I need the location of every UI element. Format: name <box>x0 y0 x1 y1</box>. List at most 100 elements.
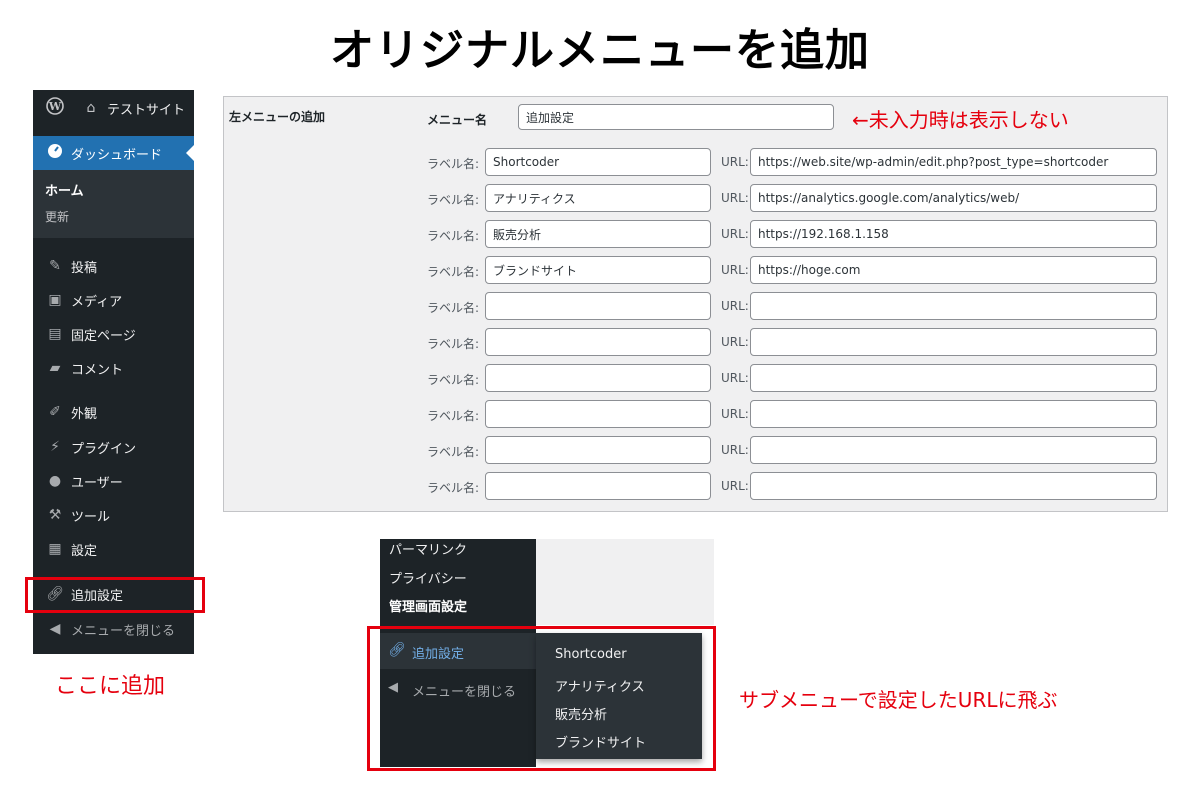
annotation-hidden-when-empty: ←未入力時は表示しない <box>852 108 1069 132</box>
sidebar-item-media[interactable]: ▣ メディア <box>33 285 194 315</box>
label-input[interactable] <box>485 436 711 464</box>
url-input[interactable] <box>750 472 1157 500</box>
sidebar-item-label: コメント <box>71 362 124 378</box>
url-caption: URL: <box>721 155 749 169</box>
sidebar-item-label: ユーザー <box>71 475 123 491</box>
url-input[interactable] <box>750 364 1157 392</box>
url-caption: URL: <box>721 479 749 493</box>
sidebar-item-label: プラグイン <box>71 441 137 457</box>
sidebar-item-users[interactable]: ● ユーザー <box>33 466 194 496</box>
label-caption: ラベル名: <box>427 337 480 351</box>
link-row: ラベル名: URL: <box>224 400 1169 428</box>
sidebar-item-dashboard[interactable]: ダッシュボード <box>33 136 194 170</box>
label-caption: ラベル名: <box>427 409 480 423</box>
brush-icon: ✐ <box>49 404 61 420</box>
media-icon: ▣ <box>48 292 62 308</box>
label-caption: ラベル名: <box>427 229 480 243</box>
label-input[interactable] <box>485 472 711 500</box>
collapse-menu-label: メニューを閉じる <box>71 623 176 639</box>
link-row: ラベル名: URL: <box>224 256 1169 284</box>
highlight-box-added-menu <box>25 577 205 613</box>
sidebar-item-label: 外観 <box>71 406 98 422</box>
submenu-item-update[interactable]: 更新 <box>45 208 69 225</box>
site-name: テストサイト <box>107 102 186 118</box>
sidebar-item-plugins[interactable]: ⚡ プラグイン <box>33 432 194 462</box>
link-row: ラベル名: URL: <box>224 148 1169 176</box>
link-row: ラベル名: URL: <box>224 328 1169 356</box>
preview-item-permalink[interactable]: パーマリンク <box>389 539 467 558</box>
user-icon: ● <box>48 473 62 489</box>
link-row: ラベル名: URL: <box>224 472 1169 500</box>
label-caption: ラベル名: <box>427 445 480 459</box>
url-input[interactable] <box>750 400 1157 428</box>
label-input[interactable] <box>485 400 711 428</box>
url-caption: URL: <box>721 443 749 457</box>
link-row: ラベル名: URL: <box>224 364 1169 392</box>
url-caption: URL: <box>721 335 749 349</box>
sidebar-item-comments[interactable]: ▰ コメント <box>33 353 194 383</box>
url-input[interactable] <box>750 256 1157 284</box>
url-input[interactable] <box>750 220 1157 248</box>
url-input[interactable] <box>750 184 1157 212</box>
sidebar-item-label: 投稿 <box>71 260 98 276</box>
sidebar-item-appearance[interactable]: ✐ 外観 <box>33 397 194 427</box>
settings-icon: ▦ <box>48 541 62 557</box>
link-row: ラベル名: URL: <box>224 436 1169 464</box>
label-input[interactable] <box>485 364 711 392</box>
sidebar-item-posts[interactable]: ✎ 投稿 <box>33 251 194 281</box>
home-icon: ⌂ <box>86 100 96 116</box>
url-caption: URL: <box>721 191 749 205</box>
sidebar-item-settings[interactable]: ▦ 設定 <box>33 534 194 564</box>
wrench-icon: ⚒ <box>48 507 62 523</box>
sidebar-item-label: ダッシュボード <box>71 147 163 163</box>
url-input[interactable] <box>750 292 1157 320</box>
label-input[interactable] <box>485 220 711 248</box>
admin-sidebar: W ⌂ テストサイト ダッシュボード ホーム 更新 ✎ 投稿 ▣ メディア ▤ … <box>33 90 194 654</box>
url-input[interactable] <box>750 436 1157 464</box>
label-caption: ラベル名: <box>427 157 480 171</box>
highlight-box-submenu <box>367 626 716 771</box>
menu-settings-form: 左メニューの追加 メニュー名 ラベル名: URL: ラベル名: URL: ラベル… <box>223 96 1168 512</box>
svg-text:W: W <box>48 100 62 113</box>
sidebar-item-label: 固定ページ <box>71 328 136 344</box>
sidebar-site-link[interactable]: W ⌂ テストサイト <box>33 92 194 124</box>
collapse-menu-button[interactable]: ◀ メニューを閉じる <box>33 614 194 644</box>
dashboard-gauge-icon <box>43 143 67 163</box>
sidebar-item-pages[interactable]: ▤ 固定ページ <box>33 319 194 349</box>
menu-name-label: メニュー名 <box>427 113 488 127</box>
annotation-submenu-url: サブメニューで設定したURLに飛ぶ <box>739 688 1058 712</box>
wordpress-logo-icon: W <box>43 97 67 119</box>
dashboard-submenu: ホーム 更新 <box>33 170 194 238</box>
sidebar-item-label: メディア <box>71 294 123 310</box>
label-input[interactable] <box>485 256 711 284</box>
label-caption: ラベル名: <box>427 373 480 387</box>
label-caption: ラベル名: <box>427 301 480 315</box>
menu-name-input[interactable] <box>518 104 834 130</box>
url-caption: URL: <box>721 299 749 313</box>
url-caption: URL: <box>721 371 749 385</box>
collapse-arrow-icon: ◀ <box>49 621 61 637</box>
link-row: ラベル名: URL: <box>224 292 1169 320</box>
label-input[interactable] <box>485 328 711 356</box>
preview-item-admin-settings[interactable]: 管理画面設定 <box>389 596 467 615</box>
page-icon: ▤ <box>48 326 62 342</box>
label-input[interactable] <box>485 148 711 176</box>
section-label: 左メニューの追加 <box>229 110 326 124</box>
label-caption: ラベル名: <box>427 265 480 279</box>
page-title: オリジナルメニューを追加 <box>330 25 870 76</box>
sidebar-item-label: 設定 <box>71 543 98 559</box>
label-caption: ラベル名: <box>427 481 480 495</box>
preview-item-privacy[interactable]: プライバシー <box>389 568 467 587</box>
url-input[interactable] <box>750 148 1157 176</box>
link-row: ラベル名: URL: <box>224 220 1169 248</box>
url-caption: URL: <box>721 263 749 277</box>
label-input[interactable] <box>485 292 711 320</box>
submenu-item-home[interactable]: ホーム <box>45 180 84 199</box>
link-row: ラベル名: URL: <box>224 184 1169 212</box>
sidebar-item-tools[interactable]: ⚒ ツール <box>33 500 194 530</box>
url-caption: URL: <box>721 407 749 421</box>
url-input[interactable] <box>750 328 1157 356</box>
url-caption: URL: <box>721 227 749 241</box>
plug-icon: ⚡ <box>50 439 60 455</box>
label-input[interactable] <box>485 184 711 212</box>
